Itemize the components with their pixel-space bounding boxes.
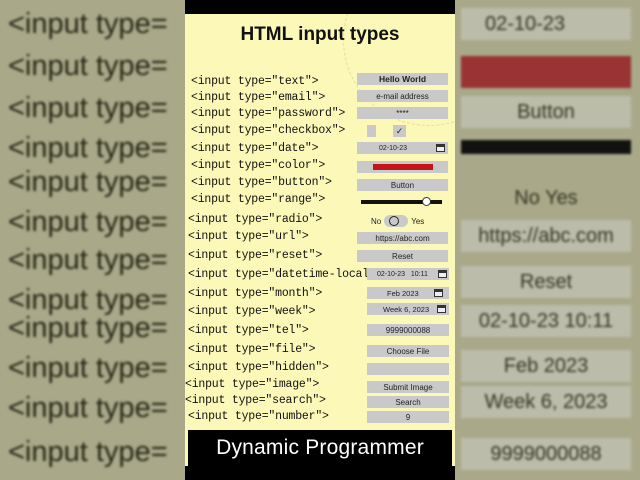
label-file: <input type="file"> (188, 343, 316, 356)
week-input[interactable]: Week 6, 2023 (367, 303, 449, 315)
label-url: <input type="url"> (188, 230, 309, 243)
bg-right-item: 02-10-23 (461, 8, 631, 40)
bg-right-item: Button (461, 96, 631, 128)
bg-left-line: <input type= (8, 132, 168, 164)
text-input[interactable]: Hello World (357, 73, 448, 85)
label-password: <input type="password"> (191, 107, 346, 120)
url-input[interactable]: https://abc.com (357, 232, 448, 244)
color-swatch (372, 164, 433, 170)
bg-right-item: 9999000088 (461, 438, 631, 470)
month-value: Feb 2023 (387, 288, 419, 298)
choose-file-button[interactable]: Choose File (367, 345, 449, 357)
bg-right-item: Feb 2023 (461, 350, 631, 382)
bottom-bar (185, 466, 455, 480)
range-thumb[interactable] (422, 197, 431, 206)
bg-left-line: <input type= (8, 206, 168, 238)
bg-right-item: https://abc.com (461, 220, 631, 252)
label-hidden: <input type="hidden"> (188, 361, 329, 374)
button-input[interactable]: Button (357, 179, 448, 191)
label-text: <input type="text"> (191, 75, 319, 88)
bg-left-line: <input type= (8, 436, 168, 468)
bg-right-item: No Yes (514, 186, 578, 209)
page-title: HTML input types (240, 24, 400, 45)
label-image: <input type="image"> (185, 378, 320, 391)
background-left-column: <input type= <input type= <input type= <… (0, 0, 185, 480)
bg-right-item: Reset (461, 266, 631, 298)
bg-right-item: 02-10-23 10:11 (461, 305, 631, 337)
top-bar (185, 0, 455, 14)
email-input[interactable]: e-mail address (357, 90, 448, 102)
bg-left-line: <input type= (8, 392, 168, 424)
color-input[interactable] (357, 161, 448, 173)
search-input[interactable]: Search (367, 396, 449, 408)
radio-yes-label: Yes (411, 216, 425, 226)
number-input[interactable]: 9 (367, 411, 449, 423)
bg-left-line: <input type= (8, 244, 168, 276)
label-color: <input type="color"> (191, 159, 326, 172)
calendar-icon[interactable] (434, 289, 443, 297)
password-input[interactable]: **** (357, 107, 448, 119)
label-week: <input type="week"> (188, 305, 316, 318)
label-datetime-local: <input type="datetime-local"> (188, 268, 383, 281)
hidden-input (367, 363, 449, 375)
label-range: <input type="range"> (191, 193, 326, 206)
calendar-icon[interactable] (438, 270, 447, 278)
label-tel: <input type="tel"> (188, 324, 309, 337)
label-reset: <input type="reset"> (188, 249, 323, 262)
label-button: <input type="button"> (191, 176, 332, 189)
bg-left-line: <input type= (8, 92, 168, 124)
bg-left-line: <input type= (8, 8, 168, 40)
input-types-card: HTML input types <input type="text"> Hel… (185, 14, 455, 466)
bg-left-line: <input type= (8, 352, 168, 384)
checkbox-checked[interactable]: ✓ (393, 125, 406, 137)
calendar-icon[interactable] (437, 305, 446, 313)
tel-input[interactable]: 9999000088 (367, 324, 449, 336)
footer-banner: Dynamic Programmer (188, 430, 452, 466)
bg-right-item (461, 140, 631, 154)
datetime-value: 02-10-23 10:11 (377, 270, 428, 278)
label-checkbox: <input type="checkbox"> (191, 124, 346, 137)
label-email: <input type="email"> (191, 91, 326, 104)
background-right-column: 02-10-23 Button No Yes https://abc.com R… (455, 0, 640, 480)
bg-right-item: Week 6, 2023 (461, 386, 631, 418)
radio-knob (389, 216, 400, 226)
month-input[interactable]: Feb 2023 (367, 287, 449, 299)
label-date: <input type="date"> (191, 142, 319, 155)
radio-toggle[interactable] (384, 215, 409, 227)
reset-button[interactable]: Reset (357, 250, 448, 262)
date-input[interactable]: 02-10-23 (357, 142, 448, 154)
calendar-icon[interactable] (436, 144, 445, 152)
label-search: <input type="search"> (185, 394, 326, 407)
radio-group[interactable]: No Yes (371, 215, 424, 227)
bg-right-item (461, 56, 631, 88)
bg-left-line: <input type= (8, 312, 168, 344)
week-value: Week 6, 2023 (383, 304, 430, 314)
label-radio: <input type="radio"> (188, 213, 323, 226)
range-input[interactable] (357, 196, 448, 208)
datetime-local-input[interactable]: 02-10-23 10:11 (367, 268, 449, 280)
bg-left-line: <input type= (8, 50, 168, 82)
date-value: 02-10-23 (379, 144, 408, 152)
radio-no-label: No (371, 216, 382, 226)
label-month: <input type="month"> (188, 287, 323, 300)
label-number: <input type="number"> (188, 410, 329, 423)
bg-left-line: <input type= (8, 166, 168, 198)
submit-image-button[interactable]: Submit Image (367, 381, 449, 393)
checkbox-unchecked[interactable] (367, 125, 376, 137)
